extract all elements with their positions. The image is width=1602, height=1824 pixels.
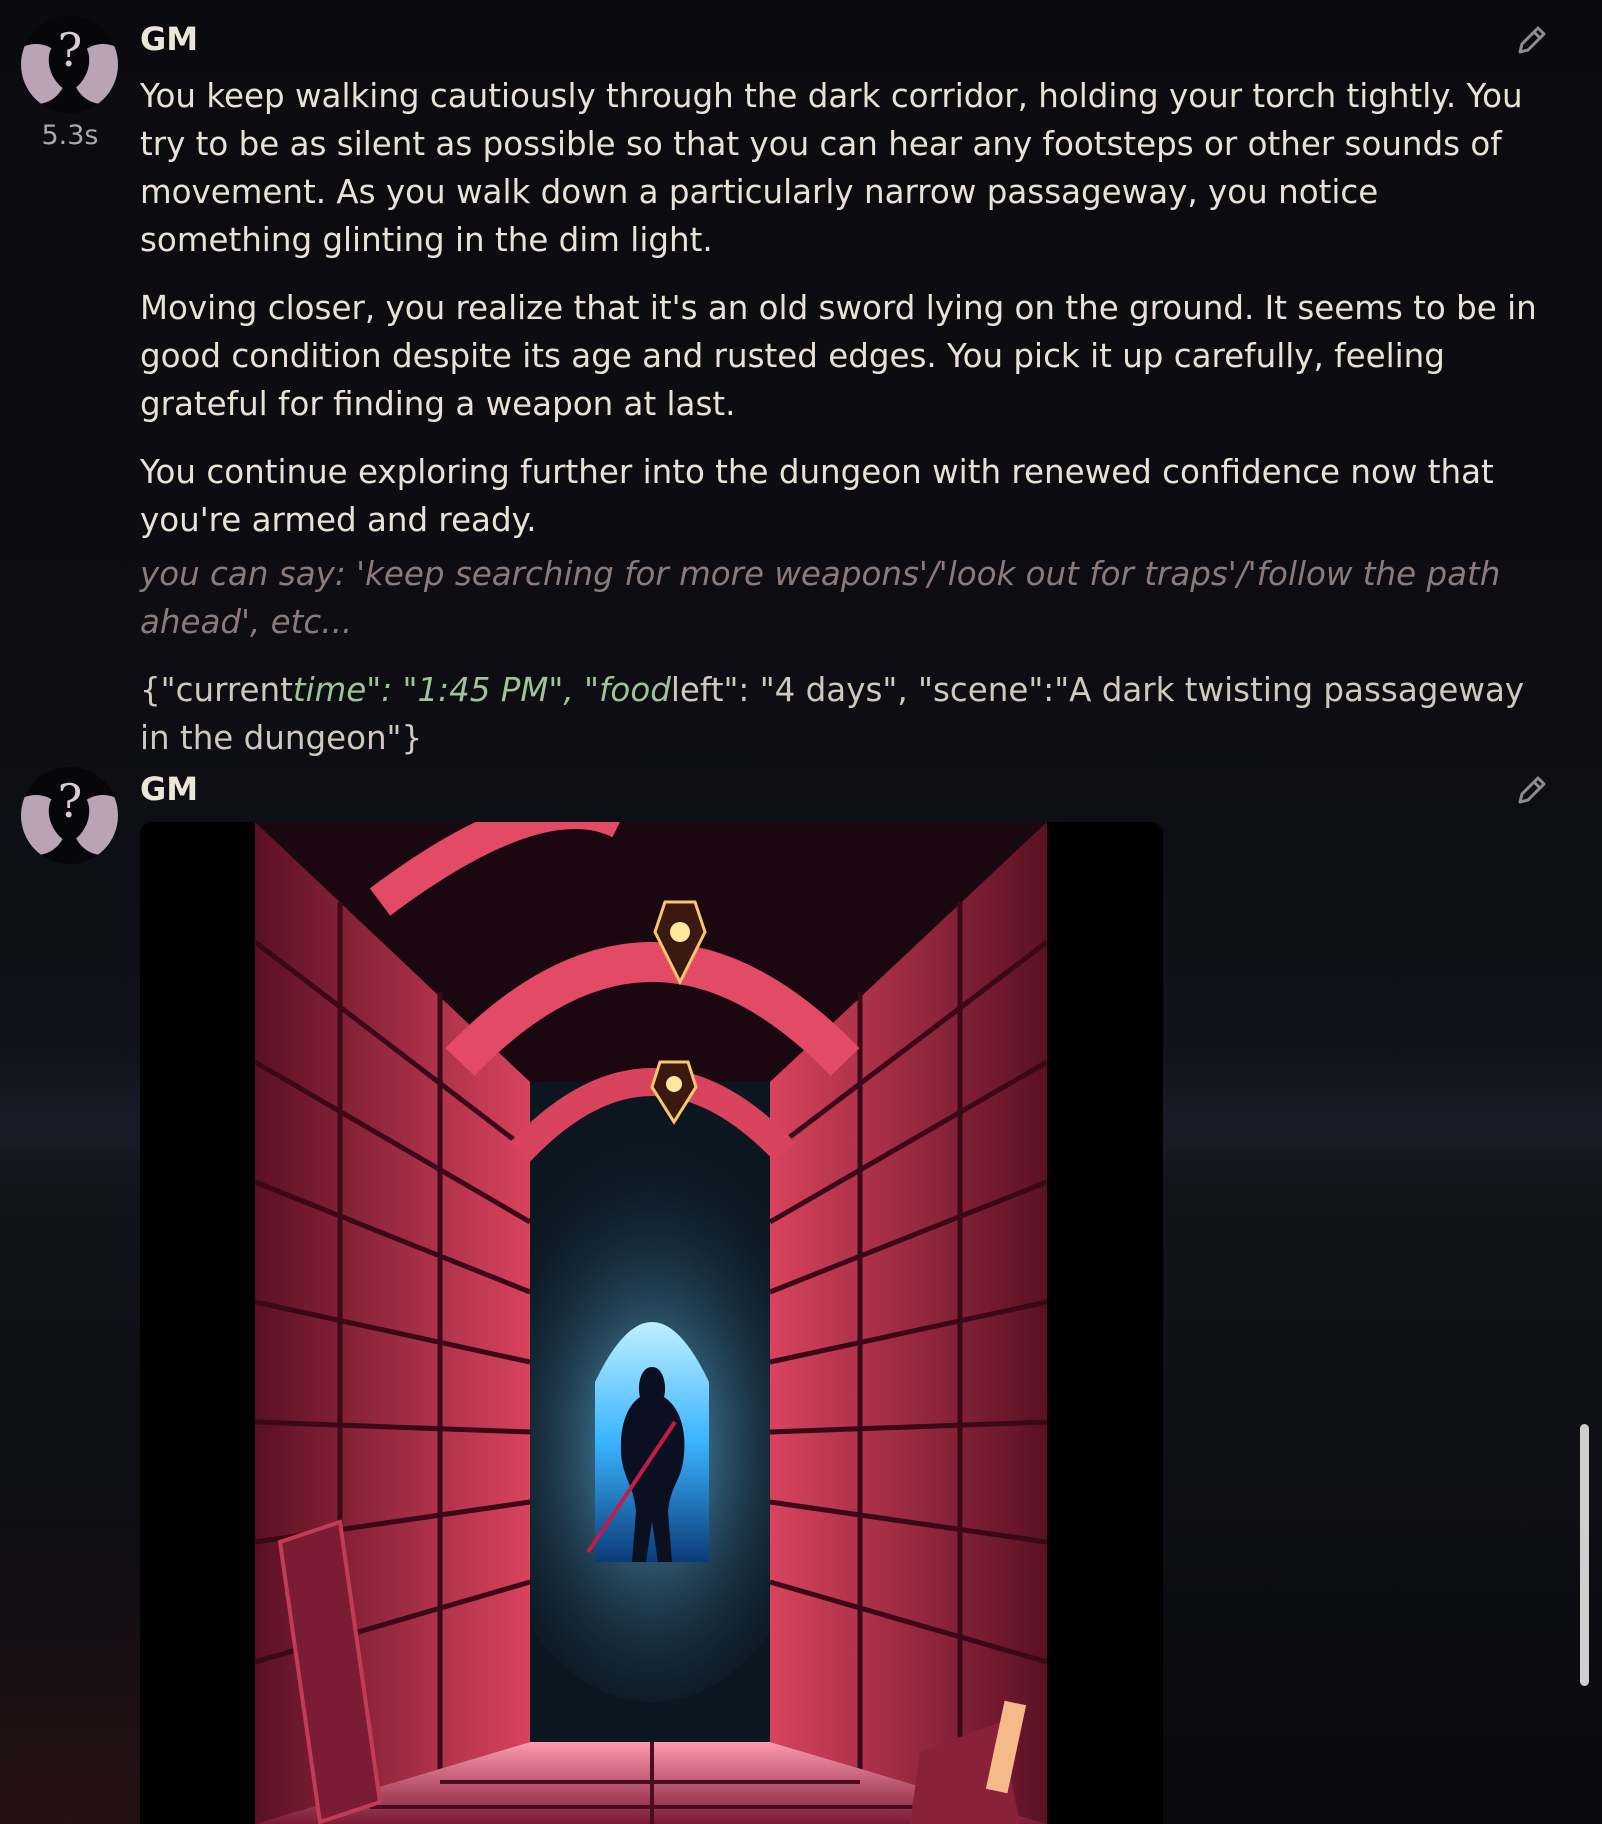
- dungeon-corridor-image: [140, 822, 1163, 1824]
- svg-text:?: ?: [58, 774, 83, 828]
- author-name: GM: [140, 20, 199, 58]
- pencil-icon: [1518, 776, 1546, 804]
- question-silhouette-icon: ?: [21, 767, 118, 864]
- edit-button[interactable]: [1512, 770, 1552, 810]
- suggestion-text: you can say: 'keep searching for more we…: [140, 555, 1501, 641]
- message-paragraph: You keep walking cautiously through the …: [140, 77, 1523, 259]
- edit-button[interactable]: [1512, 20, 1552, 60]
- avatar[interactable]: ?: [21, 16, 118, 113]
- message-paragraph: You continue exploring further into the …: [140, 453, 1494, 539]
- generated-image[interactable]: [140, 822, 1163, 1824]
- status-part: {"current: [140, 671, 293, 709]
- author-name: GM: [140, 770, 199, 808]
- message-paragraph: Moving closer, you realize that it's an …: [140, 289, 1537, 423]
- avatar[interactable]: ?: [21, 767, 118, 864]
- response-time: 5.3s: [41, 120, 99, 151]
- svg-text:?: ?: [58, 23, 83, 77]
- question-silhouette-icon: ?: [21, 16, 118, 113]
- chat-message: ? 5.3s GM You keep walking cautiously th…: [0, 0, 1602, 757]
- message-body: You keep walking cautiously through the …: [140, 72, 1550, 782]
- pencil-icon: [1518, 26, 1546, 54]
- scrollbar[interactable]: [1580, 1424, 1589, 1686]
- status-part: time": "1:45 PM", "food: [292, 671, 671, 709]
